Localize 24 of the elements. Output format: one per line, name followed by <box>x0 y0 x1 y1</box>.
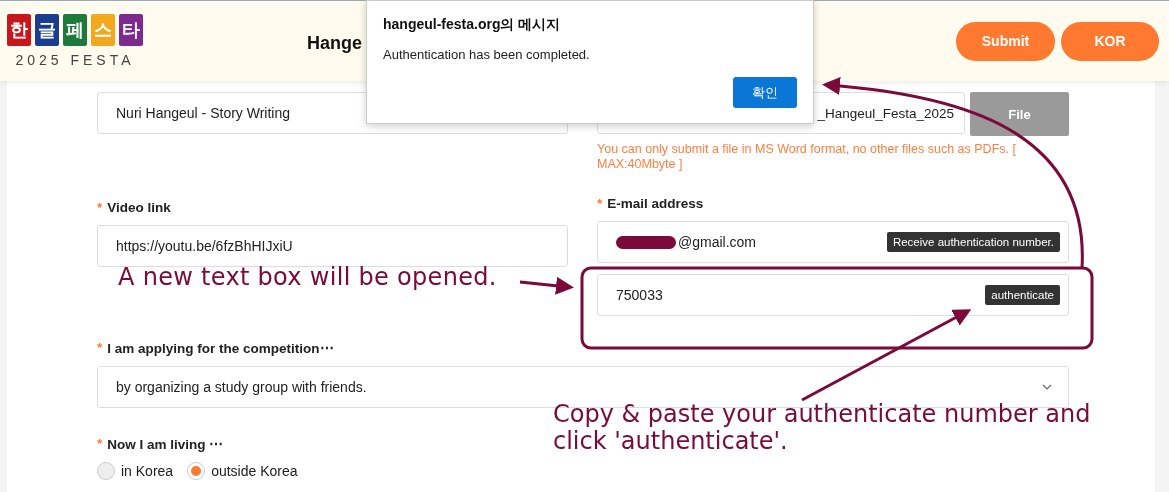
radio-label: outside Korea <box>211 463 298 479</box>
page-title: Hange <box>307 33 362 54</box>
required-mark: * <box>97 200 103 215</box>
auth-number-text: 750033 <box>616 287 663 303</box>
email-text: @gmail.com <box>678 234 756 250</box>
field-label: Video link <box>107 200 171 215</box>
logo-subtitle: 2025 FESTA <box>15 52 135 68</box>
required-mark: * <box>97 340 103 356</box>
logo-letter: 한 <box>7 14 31 46</box>
dialog-title: hangeul-festa.org의 메시지 <box>383 16 561 34</box>
field-label: I am applying for the competition⋯ <box>107 340 334 356</box>
field-label: Now I am living ⋯ <box>107 436 224 452</box>
logo-letter: 글 <box>35 14 59 46</box>
annotation-text: A new text box will be opened. <box>118 264 497 291</box>
dialog-message: Authentication has been completed. <box>383 47 590 62</box>
required-mark: * <box>597 196 603 211</box>
logo-letter: 페 <box>63 14 87 46</box>
radio-label: in Korea <box>121 463 174 479</box>
logo-letter: 타 <box>119 14 143 46</box>
select-value: by organizing a study group with friends. <box>116 379 367 395</box>
field-label: E-mail address <box>607 196 704 211</box>
logo-letter: 스 <box>91 14 115 46</box>
required-mark: * <box>97 436 103 452</box>
file-hint: You can only submit a file in MS Word format, no other files such as PDFs. [ MAX:40Mbyte ] <box>597 142 1017 172</box>
